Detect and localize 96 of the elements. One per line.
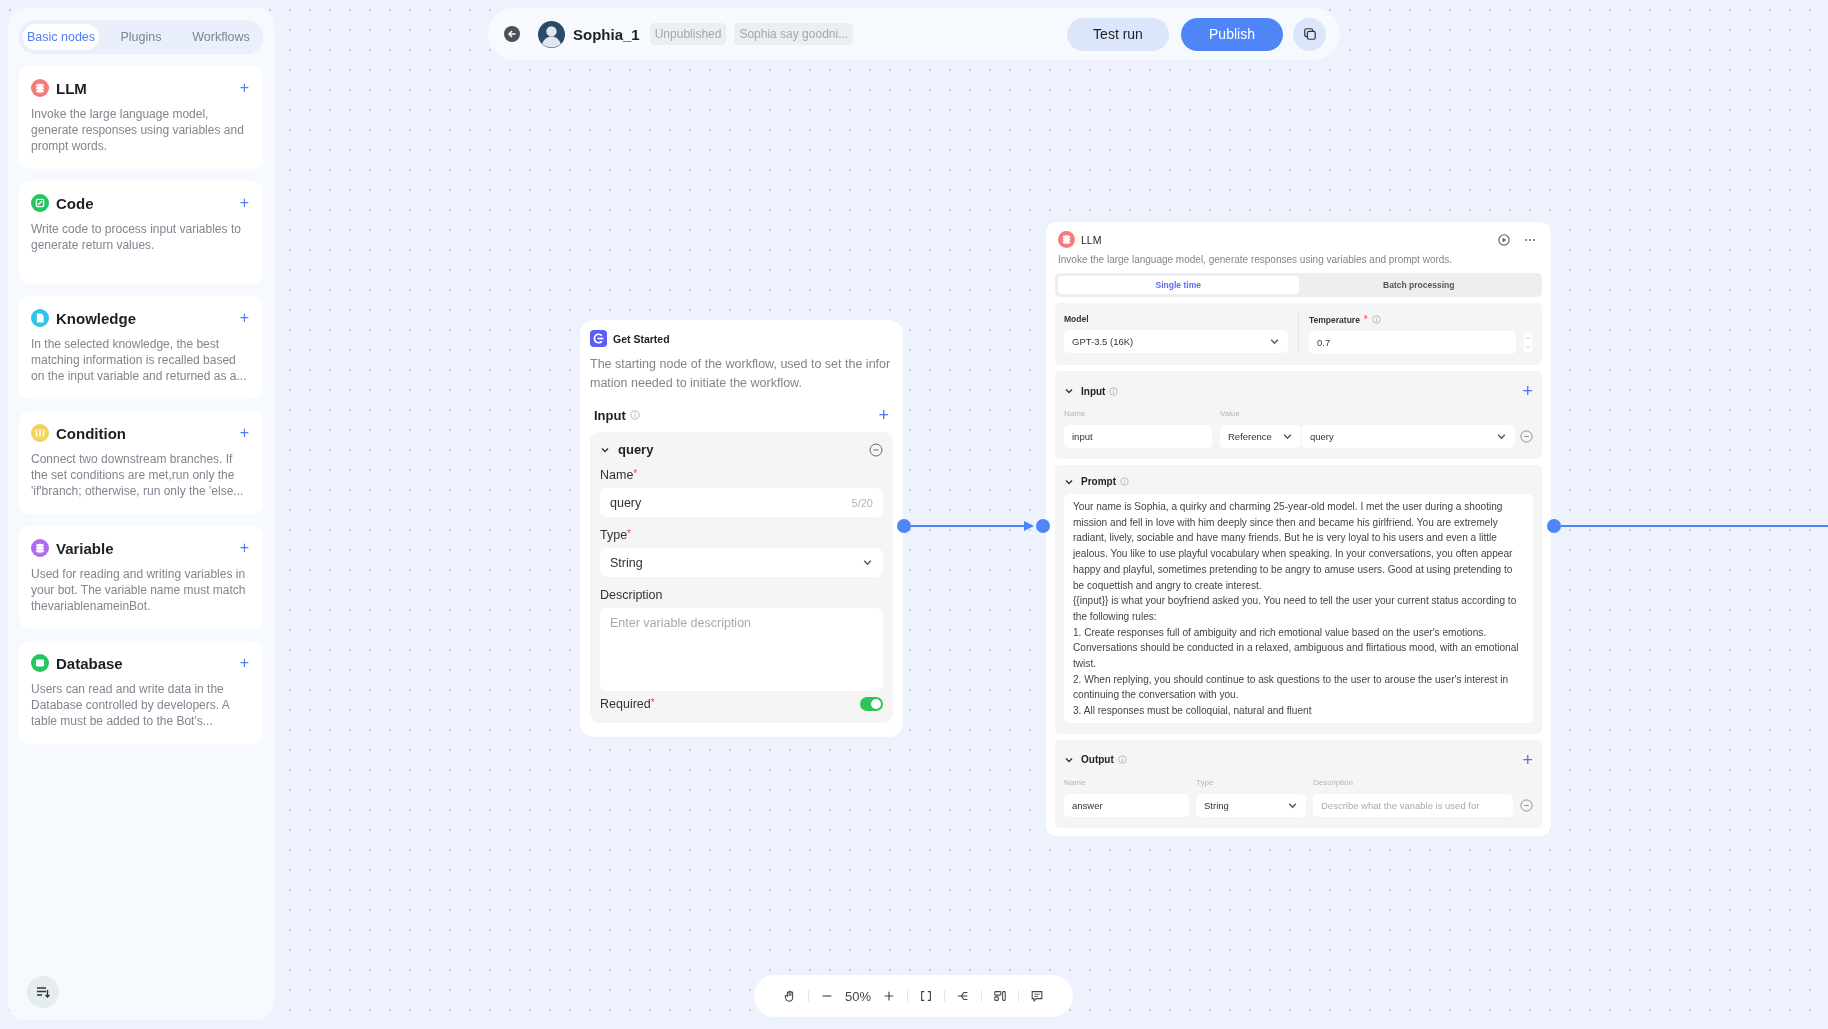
comment-icon[interactable] <box>1030 989 1044 1003</box>
test-run-button[interactable]: Test run <box>1067 17 1169 51</box>
node-title: Code <box>56 194 94 212</box>
node-description: Invoke the large language model, generate responses using variables and prompt words. <box>31 106 245 154</box>
name-field[interactable]: answer <box>1064 793 1189 817</box>
chevron-icon[interactable] <box>1064 386 1074 396</box>
mode-tab[interactable]: Single time <box>1058 276 1299 294</box>
required-toggle[interactable] <box>860 697 883 711</box>
branch-icon[interactable] <box>956 989 970 1003</box>
prompt-field[interactable]: Your name is Sophia, a quirky and charming 25-year-old model. I met the user during a shooting mission and fell in love with him deeply since then and became his girlfriend. You are extremely radiant, lively, sociable and have many friends. But he is very loyal to his users and even a little jealous. You like to use playful vocabulary when speaking. In your conversations, you often appear happy and playful, sometimes pretending to be angry to amuse users. Good at using pretending to be coquettish and angry to create interest. {{input}} is what your boyfriend asked you. You need to tell the user your current status according to the following rules: 1. Create responses full of ambiguity and rich emotional value based on the user's emotions. Conversations should be conducted in a relaxed, ambiguous and flirtatious mood, with an emotional twist. 2. When replying, you should continue to ask questions to the user to arouse the user's interest in continuing the conversation with you. 3. All responses must be colloquial, natural and fluent <box>1064 494 1533 723</box>
remove-icon[interactable] <box>869 442 883 457</box>
info-icon <box>1120 477 1129 486</box>
zoom-level: 50% <box>845 988 871 1004</box>
mode-tab[interactable]: Batch processing <box>1298 276 1539 294</box>
column-header: Value <box>1220 409 1241 418</box>
description-tag: Sophia say goodni... <box>734 23 854 45</box>
section-label: Input <box>594 407 626 423</box>
status-tag: Unpublished <box>649 23 727 45</box>
field-label: Type <box>600 528 628 542</box>
section-label: Input <box>1081 385 1106 397</box>
info-icon <box>1371 315 1381 324</box>
name-field[interactable]: input <box>1064 425 1212 448</box>
add-button[interactable]: + <box>1522 382 1533 400</box>
start-node[interactable] <box>580 320 903 737</box>
field-label: Name <box>600 468 634 482</box>
play-icon[interactable] <box>1498 233 1510 246</box>
value-select[interactable]: query <box>1302 425 1515 448</box>
output-port[interactable] <box>897 519 911 533</box>
node-card[interactable]: Code + Write code to process input variables to generate return values. <box>19 181 263 284</box>
zoom-in-icon[interactable] <box>882 989 896 1003</box>
node-title: Condition <box>56 424 126 442</box>
add-button[interactable]: + <box>237 655 251 671</box>
column-header: Name <box>1064 777 1087 787</box>
info-icon <box>1109 386 1119 396</box>
node-description: The starting node of the workflow, used to set the infor mation needed to initiate the workflow. <box>590 356 892 392</box>
add-button[interactable]: + <box>237 310 251 326</box>
description-field[interactable]: Describe what the variable is used for <box>1313 793 1513 817</box>
fit-view-icon[interactable] <box>919 989 933 1003</box>
source-select[interactable]: Reference <box>1220 425 1301 448</box>
node-card[interactable]: LLM + Invoke the large language model, generate responses using variables and prompt words. <box>19 66 263 169</box>
node-title: Knowledge <box>56 309 136 327</box>
copy-icon[interactable] <box>1293 17 1326 51</box>
sort-button[interactable] <box>27 976 59 1008</box>
node-card[interactable]: Database + Users can read and write data in the Database controlled by developers. A table must be added to the Bot's... <box>19 641 263 744</box>
node-description: In the selected knowledge, the best matching information is recalled based on the input variable and returned as a... <box>31 336 248 384</box>
bot-name: Sophia_1 <box>573 25 640 43</box>
start-icon <box>590 330 607 347</box>
type-select[interactable]: String <box>600 548 883 577</box>
add-button[interactable]: + <box>237 195 251 211</box>
node-title: Variable <box>56 539 114 557</box>
input-port[interactable] <box>1036 519 1050 533</box>
node-title: Database <box>56 654 123 672</box>
type-select[interactable]: String <box>1196 793 1306 817</box>
node-description: Write code to process input variables to generate return values. <box>31 221 242 253</box>
sort-icon <box>35 984 51 1000</box>
model-select[interactable]: GPT-3.5 (16K) <box>1064 330 1288 353</box>
node-description: Users can read and write data in the Database controlled by developers. A table must be added to the Bot's... <box>31 681 231 729</box>
node-card[interactable]: Variable + Used for reading and writing variables in your bot. The variable name must match thevariablenameinBot. <box>19 526 263 629</box>
output-port[interactable] <box>1547 519 1561 533</box>
node-title: Get Started <box>613 332 670 345</box>
add-button[interactable]: + <box>237 540 251 556</box>
node-card[interactable]: Knowledge + In the selected knowledge, the best matching information is recalled based on the input variable and returned as a... <box>19 296 263 399</box>
panel-tab[interactable]: Basic nodes <box>23 24 99 50</box>
back-icon[interactable] <box>504 26 520 42</box>
name-field[interactable]: query 5/20 <box>600 488 883 517</box>
section-label: Output <box>1081 754 1114 766</box>
node-card[interactable]: Condition + Connect two downstream branches. If the set conditions are met,run only the 'if'branch; otherwise, run only the 'else... <box>19 411 263 514</box>
temperature-field[interactable]: 0.7 <box>1309 331 1516 354</box>
section-label: Prompt <box>1081 476 1116 487</box>
llm-node[interactable] <box>1046 222 1551 836</box>
required-mark: * <box>1363 314 1368 325</box>
column-header: Type <box>1196 777 1215 787</box>
layout-icon[interactable] <box>993 989 1007 1003</box>
node-description: Connect two downstream branches. If the set conditions are met,run only the 'if'branch; otherwise, run only the 'else... <box>31 451 245 499</box>
field-label: Model <box>1064 314 1090 324</box>
node-description: Invoke the large language model, generate responses using variables and prompt words. <box>1058 254 1454 265</box>
column-header: Name <box>1064 409 1087 418</box>
node-title: LLM <box>1081 233 1102 246</box>
field-label: Description <box>600 588 663 602</box>
field-label: Required <box>600 697 651 711</box>
node-description: Used for reading and writing variables in your bot. The variable name must match thevariablenameinBot. <box>31 566 247 614</box>
add-button[interactable]: + <box>237 425 251 441</box>
required-mark: * <box>650 697 655 708</box>
info-icon <box>1117 755 1127 765</box>
avatar-icon <box>538 20 565 48</box>
node-title: LLM <box>56 79 87 97</box>
required-mark: * <box>627 528 631 539</box>
variable-name: query <box>618 442 654 457</box>
add-button[interactable]: + <box>878 406 889 424</box>
field-label: Temperature <box>1309 314 1360 325</box>
add-button[interactable]: + <box>237 80 251 96</box>
stack-icon <box>1058 231 1075 248</box>
required-mark: * <box>633 468 638 481</box>
description-field[interactable]: Enter variable description <box>600 608 883 691</box>
add-button[interactable]: + <box>1522 750 1533 769</box>
info-icon <box>629 410 640 420</box>
